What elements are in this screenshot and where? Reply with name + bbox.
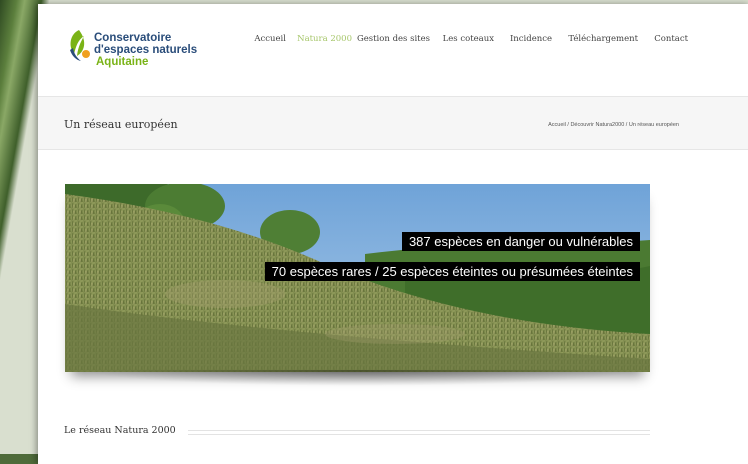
hero-caption-endangered: 387 espèces en danger ou vulnérables	[401, 232, 640, 251]
hero-shadow	[83, 370, 638, 386]
nav-item-telechargement[interactable]: Téléchargement	[568, 34, 638, 44]
section-divider	[188, 430, 650, 435]
nav-item-accueil[interactable]: Accueil	[254, 34, 286, 44]
hero-caption-rare-extinct: 70 espèces rares / 25 espèces éteintes o…	[264, 262, 640, 281]
nav-item-gestion-des-sites[interactable]: Gestion des sites	[357, 34, 430, 44]
leaf-logo-icon	[70, 30, 90, 61]
logo-text: Conservatoire d'espaces naturels Aquitai…	[94, 32, 197, 68]
page: Conservatoire d'espaces naturels Aquitai…	[38, 4, 748, 464]
nav-item-natura2000[interactable]: Natura 2000	[297, 34, 352, 44]
site-header: Conservatoire d'espaces naturels Aquitai…	[38, 4, 748, 96]
section-title: Le réseau Natura 2000	[64, 425, 176, 436]
nav-item-contact[interactable]: Contact	[654, 34, 688, 44]
logo-line-2: d'espaces naturels	[94, 44, 198, 56]
logo-line-3: Aquitaine	[96, 56, 149, 68]
breadcrumb[interactable]: Accueil / Découvrir Natura2000 / Un rése…	[548, 122, 679, 128]
nav-item-incidence[interactable]: Incidence	[510, 34, 552, 44]
hero-image: 387 espèces en danger ou vulnérables 70 …	[65, 184, 650, 372]
site-logo[interactable]: Conservatoire d'espaces naturels Aquitai…	[66, 28, 216, 72]
page-title: Un réseau européen	[64, 118, 178, 131]
page-title-bar: Un réseau européen Accueil / Découvrir N…	[38, 96, 748, 150]
logo-line-1: Conservatoire	[94, 32, 172, 44]
nav-item-les-coteaux[interactable]: Les coteaux	[443, 34, 494, 44]
